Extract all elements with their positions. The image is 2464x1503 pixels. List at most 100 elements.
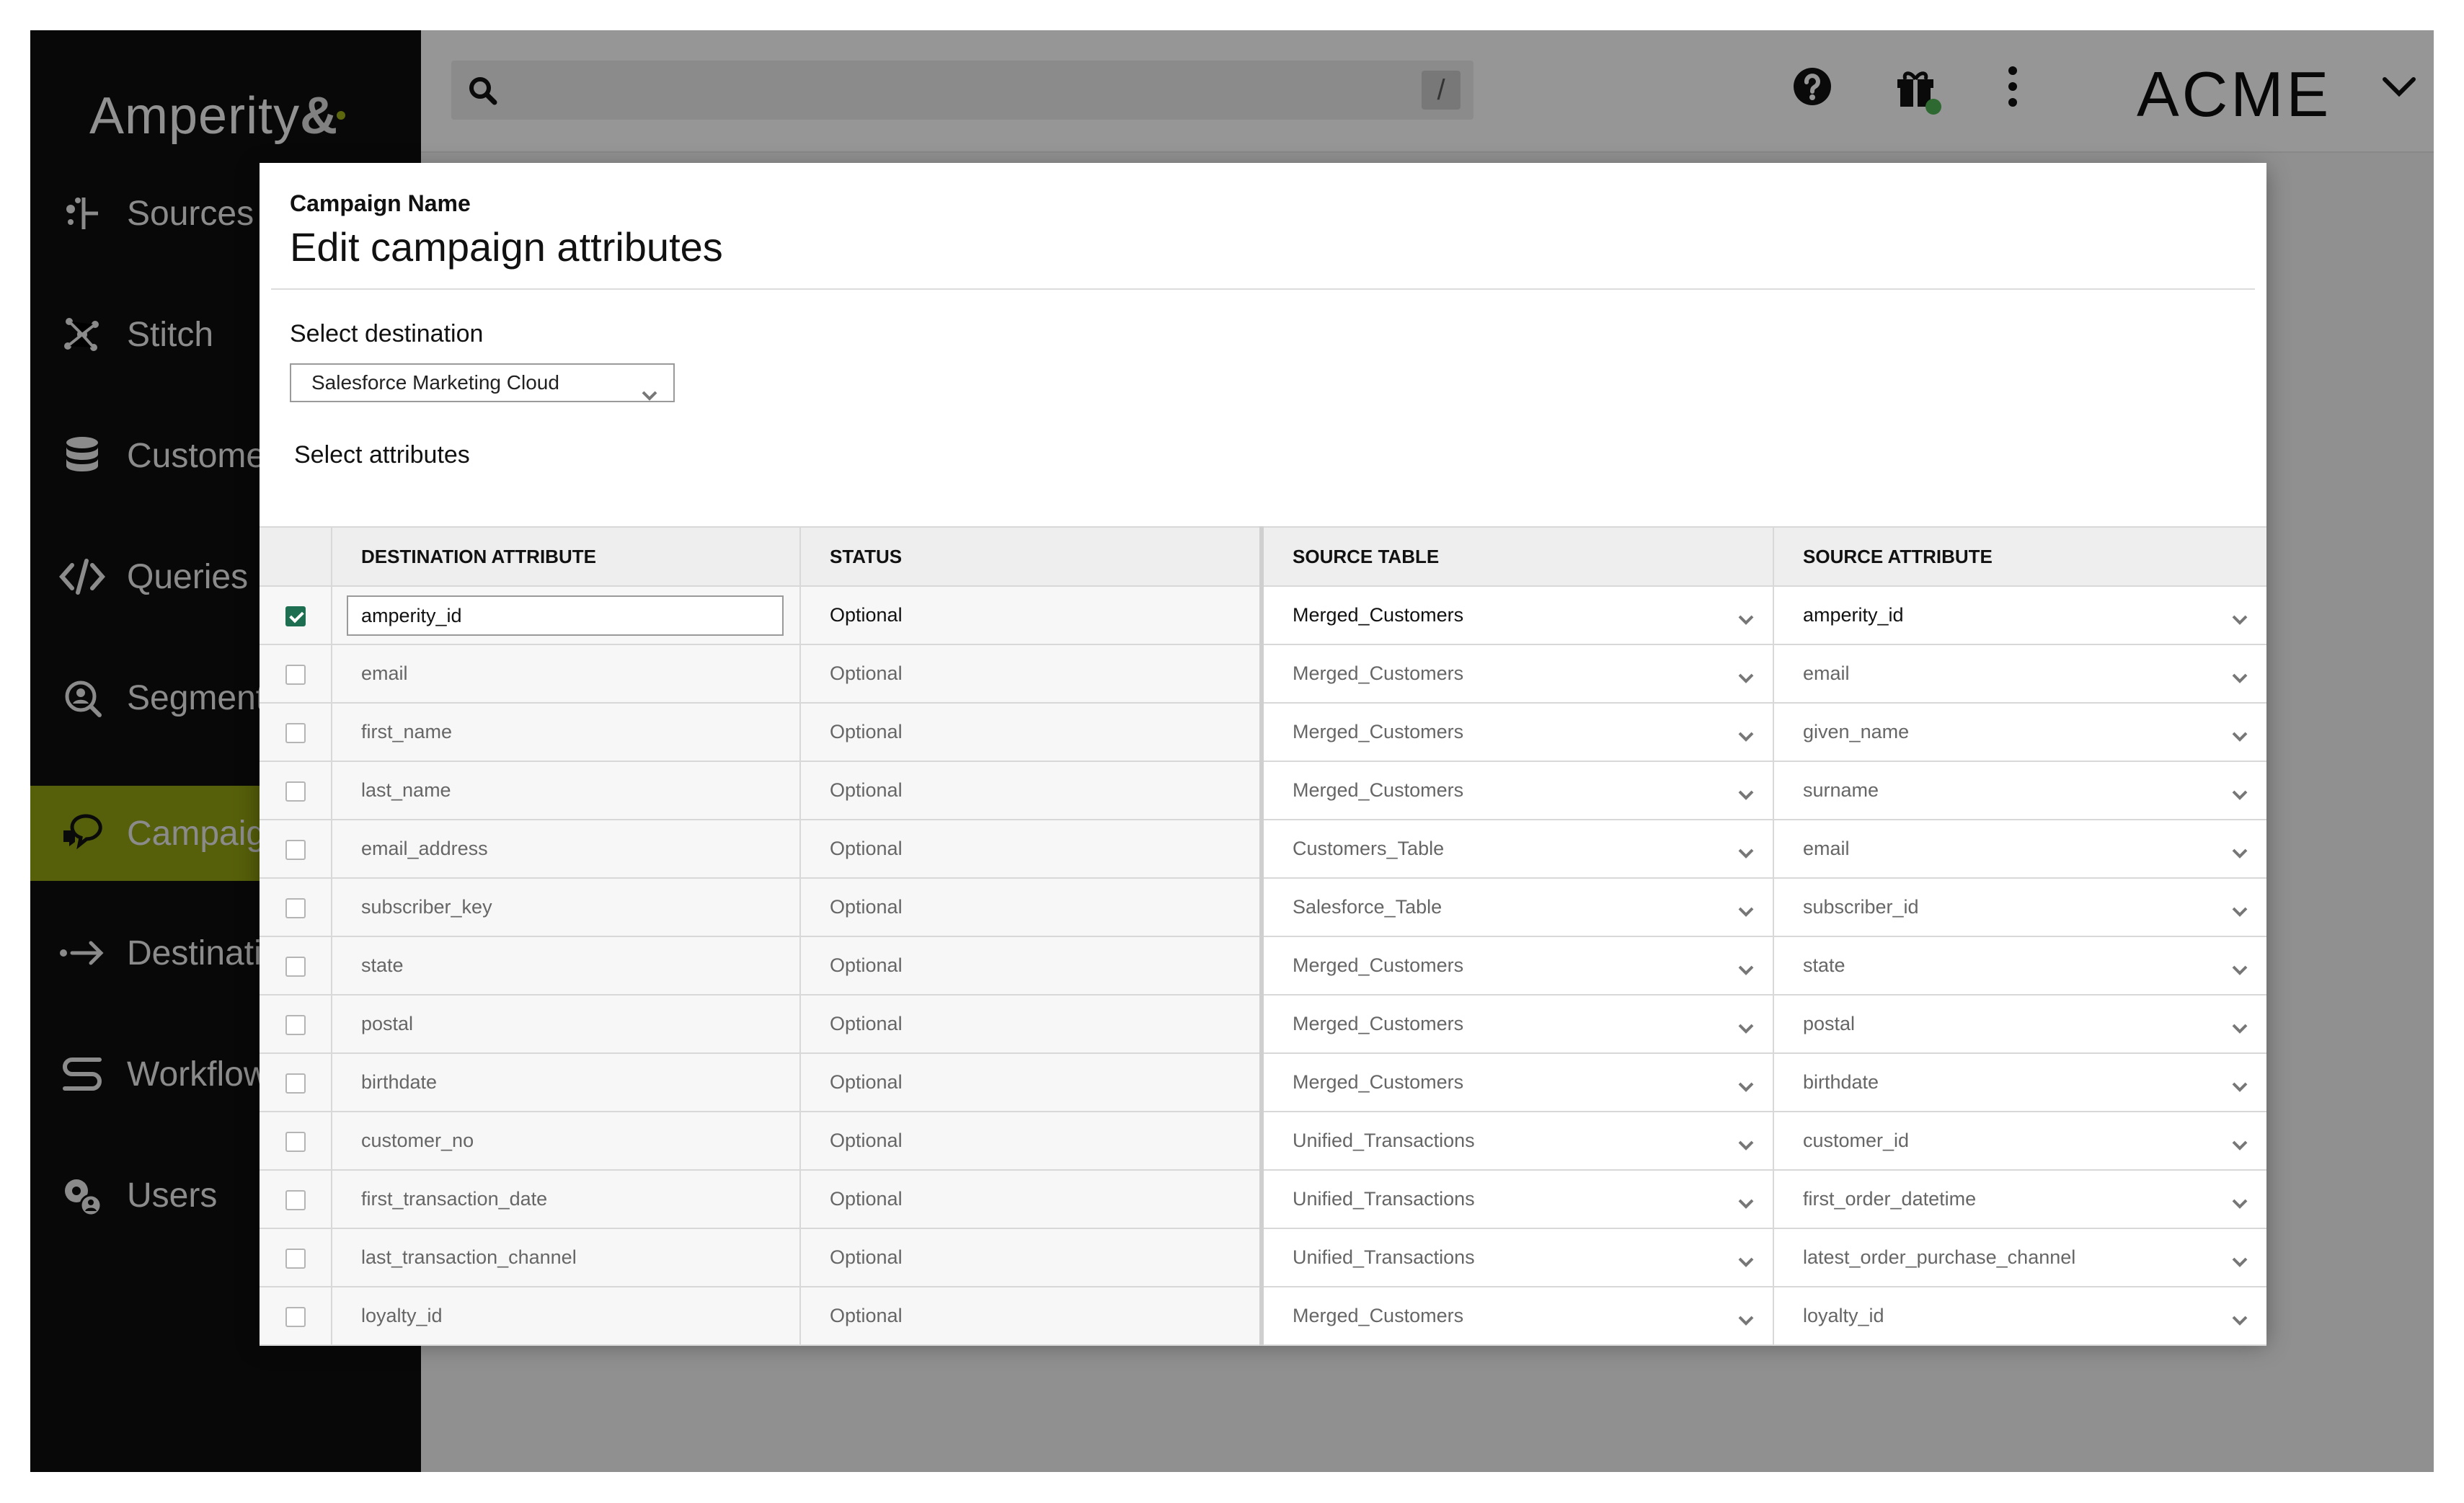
table-row: state Optional Merged_Customers state — [260, 936, 2266, 996]
chevron-down-icon — [2232, 1017, 2248, 1039]
table-row: email Optional Merged_Customers email — [260, 644, 2266, 704]
destination-select[interactable]: Salesforce Marketing Cloud — [290, 363, 675, 402]
status-cell: Optional — [799, 1053, 1262, 1112]
source-attribute-dropdown[interactable]: customer_id — [1773, 1112, 2266, 1171]
source-attribute-dropdown[interactable]: email — [1773, 644, 2266, 704]
row-select-cell — [260, 820, 332, 879]
row-checkbox[interactable] — [285, 839, 306, 860]
source-attribute-value: first_order_datetime — [1803, 1188, 1977, 1210]
chevron-down-icon — [2232, 1309, 2248, 1331]
source-attribute-dropdown[interactable]: given_name — [1773, 703, 2266, 762]
row-checkbox[interactable] — [285, 897, 306, 918]
source-table-value: Salesforce_Table — [1293, 896, 1442, 918]
row-checkbox[interactable] — [285, 1131, 306, 1152]
source-attribute-dropdown[interactable]: postal — [1773, 995, 2266, 1054]
source-table-dropdown[interactable]: Customers_Table — [1259, 820, 1773, 879]
destination-attribute-cell: email — [332, 644, 800, 704]
divider — [271, 288, 2255, 290]
destination-attribute-cell: last_name — [332, 761, 800, 820]
status-cell: Optional — [799, 995, 1262, 1054]
row-checkbox[interactable] — [285, 1014, 306, 1035]
chevron-down-icon — [1738, 959, 1754, 981]
source-attribute-dropdown[interactable]: amperity_id — [1773, 586, 2266, 645]
row-select-cell — [260, 586, 332, 645]
row-checkbox[interactable] — [285, 1189, 306, 1210]
chevron-down-icon — [2232, 667, 2248, 689]
table-header-row: DESTINATION ATTRIBUTE STATUS SOURCE TABL… — [260, 526, 2266, 587]
chevron-down-icon — [1738, 725, 1754, 748]
source-table-value: Merged_Customers — [1293, 721, 1464, 742]
chevron-down-icon — [2232, 1251, 2248, 1273]
chevron-down-icon — [2232, 900, 2248, 923]
row-checkbox[interactable] — [285, 1248, 306, 1269]
source-table-value: Unified_Transactions — [1293, 1130, 1475, 1151]
source-table-dropdown[interactable]: Merged_Customers — [1259, 1287, 1773, 1346]
chevron-down-icon — [2232, 784, 2248, 806]
source-attribute-value: email — [1803, 662, 1850, 684]
chevron-down-icon — [2232, 1134, 2248, 1156]
destination-attribute-cell: loyalty_id — [332, 1287, 800, 1346]
destination-attribute-cell: email_address — [332, 820, 800, 879]
table-row: last_transaction_channel Optional Unifie… — [260, 1228, 2266, 1287]
row-select-cell — [260, 761, 332, 820]
destination-attribute-cell: birthdate — [332, 1053, 800, 1112]
source-table-value: Unified_Transactions — [1293, 1246, 1475, 1268]
row-checkbox[interactable] — [285, 956, 306, 977]
source-table-dropdown[interactable]: Unified_Transactions — [1259, 1170, 1773, 1229]
row-select-cell — [260, 995, 332, 1054]
source-table-dropdown[interactable]: Merged_Customers — [1259, 995, 1773, 1054]
table-row: customer_no Optional Unified_Transaction… — [260, 1112, 2266, 1171]
edit-campaign-attributes-dialog: Campaign Name Edit campaign attributes S… — [260, 163, 2266, 1346]
row-checkbox[interactable] — [285, 664, 306, 685]
source-table-dropdown[interactable]: Merged_Customers — [1259, 703, 1773, 762]
table-row: first_transaction_date Optional Unified_… — [260, 1170, 2266, 1229]
source-table-dropdown[interactable]: Unified_Transactions — [1259, 1112, 1773, 1171]
row-checkbox[interactable] — [285, 1073, 306, 1094]
dialog-title: Edit campaign attributes — [290, 224, 723, 270]
source-table-dropdown[interactable]: Unified_Transactions — [1259, 1228, 1773, 1287]
source-table-value: Customers_Table — [1293, 838, 1445, 859]
source-table-dropdown[interactable]: Merged_Customers — [1259, 936, 1773, 996]
destination-attribute-input[interactable]: amperity_id — [347, 595, 784, 636]
destination-attribute-cell: postal — [332, 995, 800, 1054]
row-select-cell — [260, 644, 332, 704]
status-cell: Optional — [799, 1170, 1262, 1229]
row-select-cell — [260, 703, 332, 762]
row-checkbox[interactable] — [285, 781, 306, 802]
status-cell: Optional — [799, 1228, 1262, 1287]
source-table-dropdown[interactable]: Merged_Customers — [1259, 586, 1773, 645]
row-checkbox[interactable] — [285, 1306, 306, 1327]
chevron-down-icon — [642, 377, 657, 413]
row-checkbox[interactable] — [285, 722, 306, 743]
chevron-down-icon — [1738, 667, 1754, 689]
campaign-name-label: Campaign Name — [290, 190, 471, 216]
chevron-down-icon — [1738, 842, 1754, 864]
source-attribute-dropdown[interactable]: birthdate — [1773, 1053, 2266, 1112]
chevron-down-icon — [2232, 1076, 2248, 1098]
source-attribute-dropdown[interactable]: state — [1773, 936, 2266, 996]
source-table-dropdown[interactable]: Merged_Customers — [1259, 761, 1773, 820]
source-attribute-dropdown[interactable]: subscriber_id — [1773, 878, 2266, 937]
chevron-down-icon — [2232, 959, 2248, 981]
source-attribute-dropdown[interactable]: loyalty_id — [1773, 1287, 2266, 1346]
table-row: last_name Optional Merged_Customers surn… — [260, 761, 2266, 820]
status-cell: Optional — [799, 1112, 1262, 1171]
source-attribute-value: surname — [1803, 779, 1879, 801]
row-select-cell — [260, 1287, 332, 1346]
status-cell: Optional — [799, 761, 1262, 820]
app-window: Amperity& Sources Stitch Customer 360 Qu… — [30, 30, 2434, 1472]
source-table-dropdown[interactable]: Merged_Customers — [1259, 644, 1773, 704]
row-checkbox[interactable] — [285, 606, 306, 626]
source-table-value: Merged_Customers — [1293, 779, 1464, 801]
source-attribute-dropdown[interactable]: surname — [1773, 761, 2266, 820]
table-row: amperity_id Optional Merged_Customers am… — [260, 586, 2266, 645]
chevron-down-icon — [2232, 725, 2248, 748]
source-attribute-dropdown[interactable]: first_order_datetime — [1773, 1170, 2266, 1229]
chevron-down-icon — [1738, 1251, 1754, 1273]
source-attribute-dropdown[interactable]: latest_order_purchase_channel — [1773, 1228, 2266, 1287]
source-attribute-dropdown[interactable]: email — [1773, 820, 2266, 879]
row-select-cell — [260, 1170, 332, 1229]
source-table-dropdown[interactable]: Merged_Customers — [1259, 1053, 1773, 1112]
source-table-dropdown[interactable]: Salesforce_Table — [1259, 878, 1773, 937]
destination-attribute-cell: last_transaction_channel — [332, 1228, 800, 1287]
